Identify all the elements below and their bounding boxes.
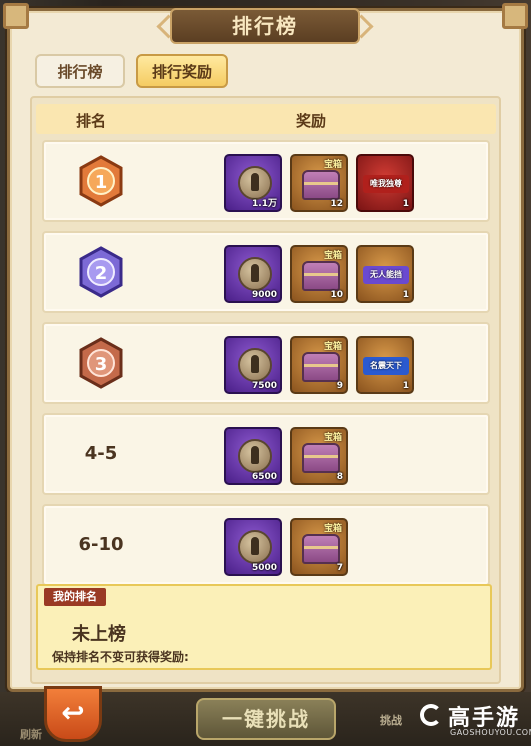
rank-label: 4-5 bbox=[84, 443, 118, 464]
refresh-label[interactable]: 刷新 bbox=[20, 726, 42, 742]
panel-title: 排行榜 bbox=[170, 8, 360, 44]
reward-token[interactable]: 9000 bbox=[224, 245, 282, 303]
table-row: 3 7500 宝箱 9 名震天下 1 bbox=[42, 322, 490, 404]
corner-ornament bbox=[3, 3, 29, 29]
watermark-logo: 高手游 GAOSHOUYOU.COM bbox=[420, 700, 531, 746]
reward-title[interactable]: 名震天下 1 bbox=[356, 336, 414, 394]
tab-ranking[interactable]: 排行榜 bbox=[35, 54, 125, 88]
reward-chest[interactable]: 宝箱 10 bbox=[290, 245, 348, 303]
reward-token[interactable]: 1.1万 bbox=[224, 154, 282, 212]
my-rank-panel: 我的排名 未上榜 保持排名不变可获得奖励: bbox=[36, 584, 492, 670]
one-key-challenge-button[interactable]: 一键挑战 bbox=[196, 698, 336, 740]
reward-chest[interactable]: 宝箱 8 bbox=[290, 427, 348, 485]
header-rank: 排名 bbox=[76, 112, 107, 130]
svg-text:1: 1 bbox=[95, 172, 108, 193]
rank-3-medal-icon: 3 bbox=[79, 337, 123, 389]
tab-ranking-rewards[interactable]: 排行奖励 bbox=[136, 54, 228, 88]
my-rank-tip: 保持排名不变可获得奖励: bbox=[52, 650, 189, 664]
table-row: 4-5 6500 宝箱 8 bbox=[42, 413, 490, 495]
back-button[interactable]: ↩ bbox=[44, 686, 102, 742]
table-row: 2 9000 宝箱 10 无人能挡 1 bbox=[42, 231, 490, 313]
table-row: 6-10 5000 宝箱 7 bbox=[42, 504, 490, 586]
g-logo-icon bbox=[420, 704, 442, 726]
back-arrow-icon: ↩ bbox=[61, 696, 85, 729]
header-reward: 奖励 bbox=[296, 112, 327, 130]
table-header: 排名 奖励 bbox=[36, 104, 496, 134]
challenge-label[interactable]: 挑战 bbox=[380, 712, 402, 728]
my-rank-value: 未上榜 bbox=[72, 624, 126, 645]
my-rank-label: 我的排名 bbox=[44, 588, 106, 606]
reward-chest[interactable]: 宝箱 7 bbox=[290, 518, 348, 576]
rank-2-medal-icon: 2 bbox=[79, 246, 123, 298]
reward-title[interactable]: 唯我独尊 1 bbox=[356, 154, 414, 212]
reward-token[interactable]: 5000 bbox=[224, 518, 282, 576]
reward-chest[interactable]: 宝箱 12 bbox=[290, 154, 348, 212]
svg-text:2: 2 bbox=[95, 263, 108, 284]
reward-chest[interactable]: 宝箱 9 bbox=[290, 336, 348, 394]
table-row: 1 1.1万 宝箱 12 唯我独尊 1 bbox=[42, 140, 490, 222]
reward-token[interactable]: 7500 bbox=[224, 336, 282, 394]
corner-ornament bbox=[502, 3, 528, 29]
reward-title[interactable]: 无人能挡 1 bbox=[356, 245, 414, 303]
rank-label: 6-10 bbox=[78, 534, 124, 555]
rank-1-medal-icon: 1 bbox=[79, 155, 123, 207]
reward-token[interactable]: 6500 bbox=[224, 427, 282, 485]
svg-text:3: 3 bbox=[95, 354, 108, 375]
